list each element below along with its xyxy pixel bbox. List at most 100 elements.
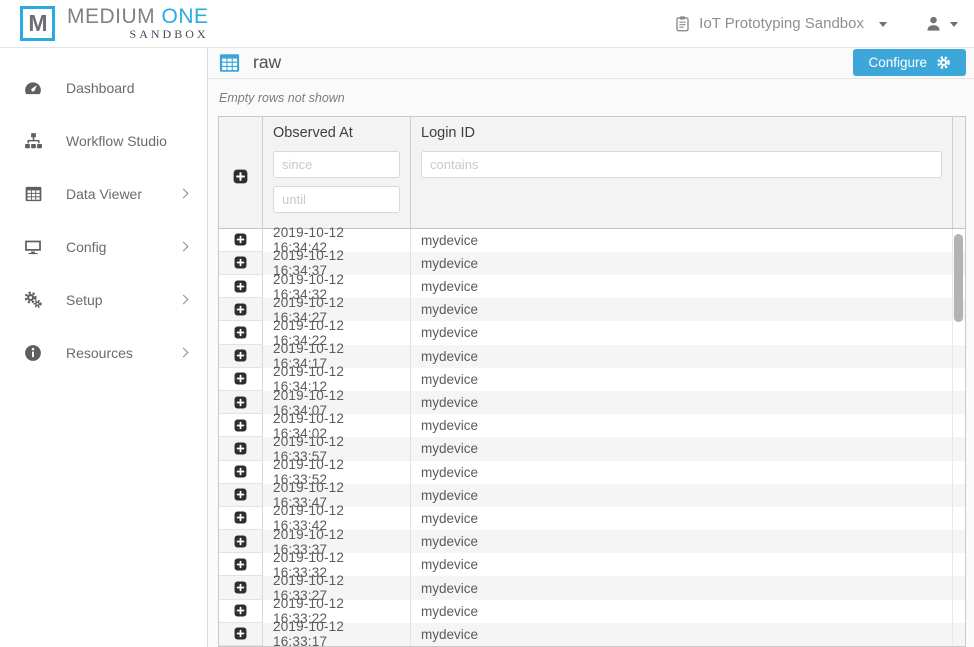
sidebar-nav: Dashboard Workflow Studio Data Viewer Co… [0, 61, 207, 379]
table-icon [22, 185, 44, 203]
configure-button[interactable]: Configure [853, 49, 966, 76]
login-id-cell: mydevice [411, 252, 952, 275]
expand-row-icon[interactable] [234, 535, 247, 548]
topbar-right: IoT Prototyping Sandbox [675, 15, 958, 32]
expand-cell[interactable] [219, 391, 263, 414]
login-id-cell: mydevice [411, 321, 952, 344]
expand-row-icon[interactable] [234, 419, 247, 432]
scrollbar-track-cell [952, 368, 965, 391]
scrollbar-track-cell [952, 461, 965, 484]
expand-cell[interactable] [219, 345, 263, 368]
expand-cell[interactable] [219, 484, 263, 507]
chevron-down-icon [879, 22, 887, 27]
configure-button-label: Configure [868, 55, 927, 70]
expand-cell[interactable] [219, 298, 263, 321]
user-icon [925, 15, 942, 32]
main-content: raw Configure Empty rows not shown Obser… [208, 48, 974, 647]
login-id-cell: mydevice [411, 298, 952, 321]
sidebar-item-label: Config [66, 239, 180, 255]
expand-row-icon[interactable] [234, 488, 247, 501]
expand-cell[interactable] [219, 368, 263, 391]
expand-cell[interactable] [219, 461, 263, 484]
expand-all-icon[interactable] [233, 126, 248, 228]
scrollbar-track-cell [952, 553, 965, 576]
login-id-cell: mydevice [411, 623, 952, 646]
clipboard-icon [675, 15, 690, 32]
sidebar-item-label: Data Viewer [66, 186, 180, 202]
brand-name-primary: MEDIUM [67, 5, 155, 28]
expand-all-cell [219, 117, 263, 228]
title-wrap: raw [218, 52, 281, 74]
scrollbar-track-cell [952, 321, 965, 344]
expand-cell[interactable] [219, 414, 263, 437]
expand-cell[interactable] [219, 576, 263, 599]
sidebar-item-label: Setup [66, 292, 180, 308]
table-header: Observed At Login ID [219, 117, 965, 229]
expand-cell[interactable] [219, 530, 263, 553]
expand-row-icon[interactable] [234, 326, 247, 339]
scrollbar-track-cell [952, 345, 965, 368]
observed-at-column-label: Observed At [273, 125, 400, 141]
expand-cell[interactable] [219, 229, 263, 252]
expand-cell[interactable] [219, 600, 263, 623]
expand-row-icon[interactable] [234, 303, 247, 316]
sidebar-item-resources[interactable]: Resources [0, 326, 207, 379]
page-title: raw [253, 52, 281, 73]
expand-cell[interactable] [219, 437, 263, 460]
expand-row-icon[interactable] [234, 627, 247, 640]
expand-row-icon[interactable] [234, 604, 247, 617]
until-filter-input[interactable] [273, 186, 400, 213]
scrollbar-thumb[interactable] [954, 234, 963, 322]
sidebar-item-data-viewer[interactable]: Data Viewer [0, 167, 207, 220]
expand-cell[interactable] [219, 275, 263, 298]
contains-filter-input[interactable] [421, 151, 942, 178]
scrollbar-track-cell [952, 600, 965, 623]
expand-row-icon[interactable] [234, 558, 247, 571]
sidebar: Dashboard Workflow Studio Data Viewer Co… [0, 48, 208, 647]
expand-cell[interactable] [219, 252, 263, 275]
sidebar-item-setup[interactable]: Setup [0, 273, 207, 326]
login-id-cell: mydevice [411, 368, 952, 391]
login-id-cell: mydevice [411, 437, 952, 460]
sidebar-item-label: Resources [66, 345, 180, 361]
sidebar-item-dashboard[interactable]: Dashboard [0, 61, 207, 114]
expand-row-icon[interactable] [234, 465, 247, 478]
table-icon [218, 52, 241, 74]
expand-row-icon[interactable] [234, 442, 247, 455]
expand-row-icon[interactable] [234, 233, 247, 246]
data-table: Observed At Login ID 2019-10-12 16:34:42… [218, 116, 966, 647]
brand-name-sub: SANDBOX [130, 27, 209, 42]
chevron-right-icon [179, 189, 189, 199]
expand-row-icon[interactable] [234, 511, 247, 524]
top-bar: M MEDIUM ONE SANDBOX IoT Prototyping San… [0, 0, 974, 48]
sidebar-item-config[interactable]: Config [0, 220, 207, 273]
expand-row-icon[interactable] [234, 349, 247, 362]
empty-rows-note: Empty rows not shown [208, 79, 974, 116]
expand-cell[interactable] [219, 321, 263, 344]
expand-cell[interactable] [219, 623, 263, 646]
gear-icon [936, 55, 951, 70]
project-selector[interactable]: IoT Prototyping Sandbox [675, 15, 887, 32]
project-selector-label: IoT Prototyping Sandbox [699, 15, 864, 32]
since-filter-input[interactable] [273, 151, 400, 178]
desktop-icon [22, 238, 44, 256]
scrollbar-track-cell [952, 437, 965, 460]
chevron-right-icon [179, 295, 189, 305]
workflow-icon [22, 132, 44, 150]
login-id-cell: mydevice [411, 461, 952, 484]
sidebar-item-label: Workflow Studio [66, 133, 189, 149]
expand-row-icon[interactable] [234, 581, 247, 594]
expand-row-icon[interactable] [234, 256, 247, 269]
expand-row-icon[interactable] [234, 396, 247, 409]
table-row: 2019-10-12 16:33:17 mydevice [219, 623, 965, 646]
login-id-cell: mydevice [411, 553, 952, 576]
expand-row-icon[interactable] [234, 280, 247, 293]
user-menu[interactable] [925, 15, 958, 32]
scrollbar-track-header [952, 117, 965, 228]
expand-cell[interactable] [219, 507, 263, 530]
scrollbar-track-cell [952, 507, 965, 530]
expand-cell[interactable] [219, 553, 263, 576]
login-id-cell: mydevice [411, 576, 952, 599]
expand-row-icon[interactable] [234, 372, 247, 385]
sidebar-item-workflow-studio[interactable]: Workflow Studio [0, 114, 207, 167]
